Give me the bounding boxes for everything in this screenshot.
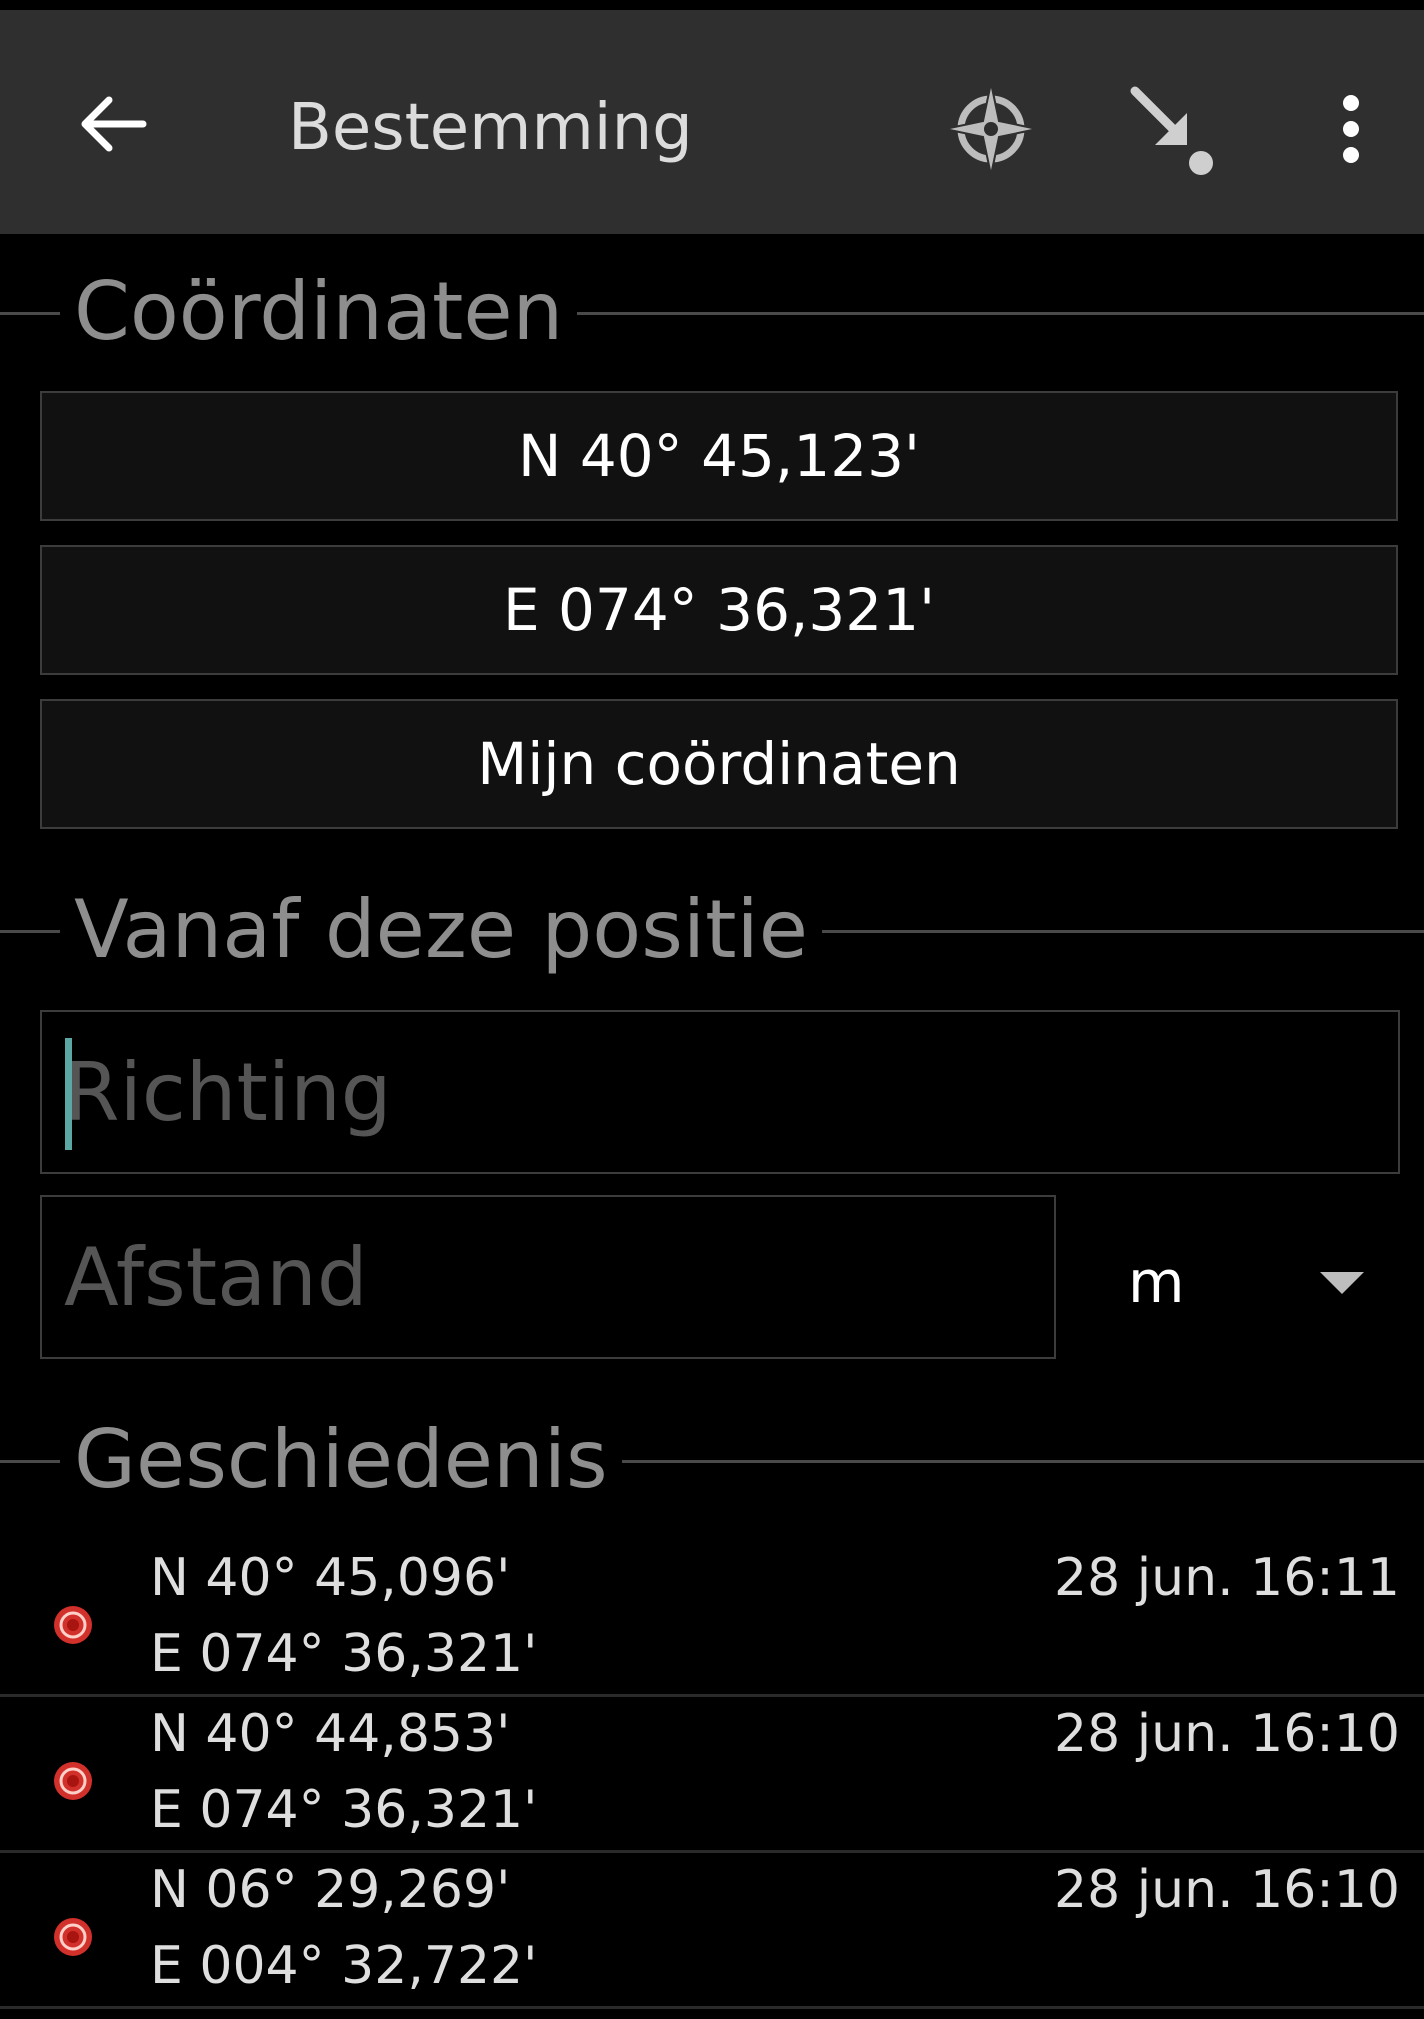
- distance-input[interactable]: [42, 1229, 1054, 1325]
- overflow-menu-button[interactable]: [1296, 74, 1406, 184]
- text-cursor: [65, 1038, 72, 1150]
- history-latitude: N 40° 44,853': [150, 1704, 511, 1764]
- history-row[interactable]: N 06° 29,269' E 004° 32,722' 28 jun. 16:…: [0, 1854, 1424, 2009]
- my-coordinates-button[interactable]: Mijn coördinaten: [40, 699, 1398, 829]
- history-timestamp: 28 jun. 16:10: [1054, 1860, 1400, 1920]
- bearing-input[interactable]: [42, 1044, 1398, 1140]
- status-strip: [0, 0, 1424, 10]
- back-button[interactable]: [72, 84, 152, 164]
- projection-section-header: Vanaf deze positie: [0, 880, 1424, 980]
- arrow-to-point-icon: [1130, 86, 1213, 175]
- history-longitude: E 074° 36,321': [150, 1624, 538, 1684]
- location-pin-icon: [54, 1762, 92, 1800]
- coordinates-section-header: Coördinaten: [0, 262, 1424, 362]
- app-toolbar: Bestemming: [0, 10, 1424, 234]
- history-row[interactable]: N 40° 45,096' E 074° 36,321' 28 jun. 16:…: [0, 1542, 1424, 1697]
- compass-button[interactable]: [936, 74, 1046, 184]
- more-vertical-icon: [1343, 95, 1359, 163]
- history-row[interactable]: N 40° 44,853' E 074° 36,321' 28 jun. 16:…: [0, 1698, 1424, 1853]
- unit-value: m: [1128, 1248, 1185, 1316]
- compass-icon: [944, 82, 1038, 176]
- bearing-field[interactable]: [40, 1010, 1400, 1174]
- navigate-to-point-button[interactable]: [1116, 74, 1226, 184]
- history-longitude: E 004° 32,722': [150, 1936, 538, 1996]
- history-section-header: Geschiedenis: [0, 1410, 1424, 1510]
- history-timestamp: 28 jun. 16:10: [1054, 1704, 1400, 1764]
- history-latitude: N 40° 45,096': [150, 1548, 511, 1608]
- longitude-button[interactable]: E 074° 36,321': [40, 545, 1398, 675]
- chevron-down-icon: [1320, 1272, 1364, 1294]
- distance-field[interactable]: [40, 1195, 1056, 1359]
- location-pin-icon: [54, 1918, 92, 1956]
- location-pin-icon: [54, 1606, 92, 1644]
- latitude-button[interactable]: N 40° 45,123': [40, 391, 1398, 521]
- projection-heading: Vanaf deze positie: [60, 880, 822, 980]
- history-timestamp: 28 jun. 16:11: [1054, 1548, 1400, 1608]
- history-longitude: E 074° 36,321': [150, 1780, 538, 1840]
- distance-unit-dropdown[interactable]: m: [1100, 1200, 1380, 1364]
- history-heading: Geschiedenis: [60, 1410, 622, 1510]
- coordinates-heading: Coördinaten: [60, 262, 578, 362]
- arrow-left-icon: [81, 96, 147, 152]
- page-title: Bestemming: [288, 91, 693, 165]
- history-latitude: N 06° 29,269': [150, 1860, 511, 1920]
